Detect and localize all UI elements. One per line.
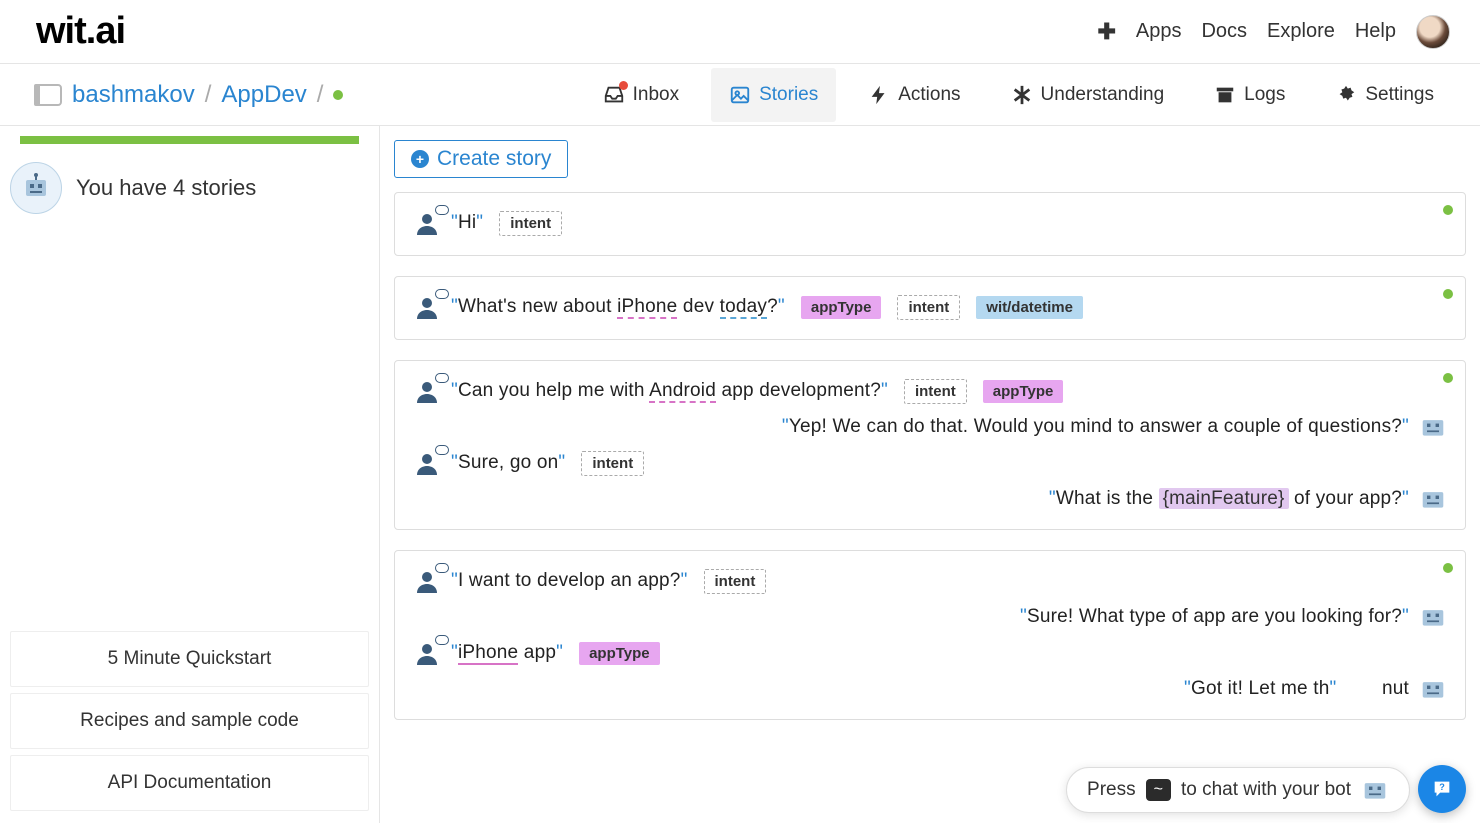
robot-icon (1419, 415, 1447, 439)
bot-utterance[interactable]: "What is the {mainFeature} of your app?" (1049, 488, 1409, 510)
bot-turn: "What is the {mainFeature} of your app?" (413, 487, 1447, 511)
tab-stories[interactable]: Stories (711, 68, 836, 122)
user-icon (413, 293, 441, 321)
entity-tag-appType[interactable]: appType (983, 380, 1064, 403)
breadcrumb: bashmakov / AppDev / (34, 81, 343, 109)
status-dot-icon (1443, 289, 1453, 299)
bot-utterance[interactable]: "Got it! Let me th" nut (1184, 678, 1409, 700)
user-icon (413, 377, 441, 405)
sidebar-link-api[interactable]: API Documentation (10, 755, 369, 811)
bolt-icon (868, 84, 890, 106)
nav-docs[interactable]: Docs (1201, 20, 1247, 43)
user-icon (413, 449, 441, 477)
status-dot-icon (333, 90, 343, 100)
user-turn: "Hi" intent (413, 209, 1447, 237)
story-card[interactable]: "I want to develop an app?" intent "Sure!… (394, 550, 1466, 720)
bot-utterance[interactable]: "Yep! We can do that. Would you mind to … (782, 416, 1409, 438)
robot-icon (1419, 487, 1447, 511)
bot-utterance[interactable]: "Sure! What type of app are you looking … (1020, 606, 1409, 628)
status-dot-icon (1443, 205, 1453, 215)
status-dot-icon (1443, 373, 1453, 383)
bot-turn: "Sure! What type of app are you looking … (413, 605, 1447, 629)
nav-apps[interactable]: Apps (1136, 20, 1182, 43)
notification-dot-icon (619, 81, 628, 90)
book-icon (34, 84, 62, 106)
tab-inbox[interactable]: Inbox (585, 68, 697, 122)
status-dot-icon (1443, 563, 1453, 573)
user-turn: "iPhone app" appType (413, 639, 1447, 667)
entity-tag-datetime[interactable]: wit/datetime (976, 296, 1083, 319)
sidebar-link-recipes[interactable]: Recipes and sample code (10, 693, 369, 749)
bot-turn: "Yep! We can do that. Would you mind to … (413, 415, 1447, 439)
new-app-button[interactable]: ✚ (1097, 19, 1115, 45)
entity-tag-intent[interactable]: intent (581, 451, 644, 476)
plus-circle-icon: + (411, 150, 429, 168)
gear-icon (1335, 84, 1357, 106)
tab-settings[interactable]: Settings (1317, 68, 1452, 122)
user-utterance[interactable]: "Hi" (451, 212, 483, 234)
user-turn: "Can you help me with Android app develo… (413, 377, 1447, 405)
avatar[interactable] (1416, 15, 1450, 49)
user-utterance[interactable]: "What's new about iPhone dev today?" (451, 296, 785, 318)
create-story-button[interactable]: + Create story (394, 140, 568, 178)
user-utterance[interactable]: "iPhone app" (451, 642, 563, 664)
archive-icon (1214, 84, 1236, 106)
user-turn: "What's new about iPhone dev today?" app… (413, 293, 1447, 321)
chat-widget[interactable]: Press ~ to chat with your bot (1066, 767, 1410, 813)
bot-turn: "Got it! Let me th" nut (413, 677, 1447, 701)
entity-tag-appType[interactable]: appType (579, 642, 660, 665)
entity-tag-intent[interactable]: intent (499, 211, 562, 236)
user-utterance[interactable]: "Sure, go on" (451, 452, 565, 474)
user-icon (413, 567, 441, 595)
breadcrumb-user[interactable]: bashmakov (72, 81, 195, 109)
entity-tag-intent[interactable]: intent (904, 379, 967, 404)
tab-logs[interactable]: Logs (1196, 68, 1303, 122)
entity-tag-intent[interactable]: intent (704, 569, 767, 594)
tilde-key-badge: ~ (1146, 779, 1171, 801)
help-fab[interactable]: ? (1418, 765, 1466, 813)
tab-understanding[interactable]: Understanding (993, 68, 1183, 122)
template-variable: {mainFeature} (1159, 488, 1289, 509)
story-card[interactable]: "Can you help me with Android app develo… (394, 360, 1466, 530)
inbox-icon (603, 84, 625, 106)
tab-actions[interactable]: Actions (850, 68, 978, 122)
entity-tag-intent[interactable]: intent (897, 295, 960, 320)
user-utterance[interactable]: "Can you help me with Android app develo… (451, 380, 888, 402)
svg-text:?: ? (1439, 782, 1445, 792)
robot-icon (1361, 778, 1389, 802)
asterisk-icon (1011, 84, 1033, 106)
story-card[interactable]: "What's new about iPhone dev today?" app… (394, 276, 1466, 340)
nav-explore[interactable]: Explore (1267, 20, 1335, 43)
robot-icon (10, 162, 62, 214)
user-utterance[interactable]: "I want to develop an app?" (451, 570, 688, 592)
sidebar-link-quickstart[interactable]: 5 Minute Quickstart (10, 631, 369, 687)
story-card[interactable]: "Hi" intent (394, 192, 1466, 256)
user-icon (413, 209, 441, 237)
nav-help[interactable]: Help (1355, 20, 1396, 43)
entity-tag-appType[interactable]: appType (801, 296, 882, 319)
user-icon (413, 639, 441, 667)
robot-icon (1419, 605, 1447, 629)
user-turn: "I want to develop an app?" intent (413, 567, 1447, 595)
image-icon (729, 84, 751, 106)
robot-icon (1419, 677, 1447, 701)
user-turn: "Sure, go on" intent (413, 449, 1447, 477)
progress-bar (20, 136, 359, 144)
breadcrumb-app[interactable]: AppDev (221, 81, 306, 109)
logo[interactable]: wit.ai (36, 10, 125, 53)
story-count-text: You have 4 stories (76, 175, 256, 201)
